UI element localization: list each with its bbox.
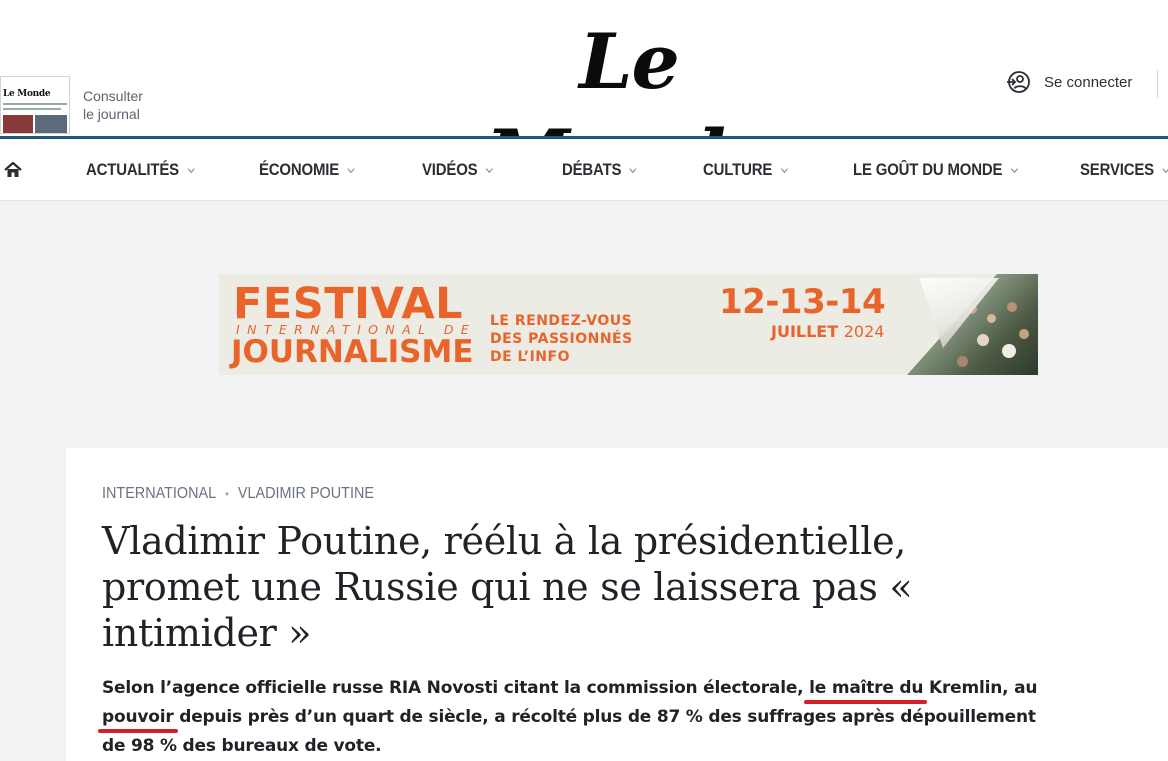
mini-photo [3,115,33,133]
article-lead: Selon l’agence officielle russe RIA Novo… [102,678,1038,756]
user-login-icon [1007,71,1030,93]
ad-tagline-line: LE RENDEZ-VOUS [490,313,633,329]
chevron-down-icon [1162,167,1168,173]
mini-photo [35,115,67,133]
nav-label: ÉCONOMIE [259,160,340,179]
nav-label: CULTURE [703,160,773,179]
mini-line [3,108,61,110]
newspaper-thumbnail[interactable]: Le Monde [0,76,70,134]
red-underline-annotation [98,729,178,733]
login-button[interactable]: Se connecter [1006,70,1132,94]
ad-title-line2: JOURNALISME [231,334,474,370]
nav-item-actualites[interactable]: ACTUALITÉS [86,159,195,181]
chevron-down-icon [629,167,637,173]
chevron-down-icon [780,167,788,173]
chevron-down-icon [485,167,493,173]
nav-label: SERVICES [1080,160,1154,179]
article-headline: Vladimir Poutine, réélu à la présidentie… [102,519,913,655]
nav-item-videos[interactable]: VIDÉOS [422,159,493,181]
consult-line1: Consulter [83,88,143,104]
festival-ad-banner[interactable]: FESTIVAL INTERNATIONAL DE JOURNALISME LE… [219,274,1038,375]
nav-label: VIDÉOS [422,160,478,179]
ad-tagline-line: DES PASSIONNÉS [490,331,633,347]
nav-item-economie[interactable]: ÉCONOMIE [259,159,355,181]
nav-item-services[interactable]: SERVICES [1080,159,1168,181]
kicker-topic-link[interactable]: VLADIMIR POUTINE [238,485,374,503]
ad-month: JUILLET [771,322,839,341]
login-label: Se connecter [1044,73,1133,91]
ad-year: 2024 [843,322,885,341]
nav-item-debats[interactable]: DÉBATS [562,159,637,181]
ad-title: FESTIVAL [233,279,464,329]
nav-label: DÉBATS [562,160,622,179]
red-underline-annotation [804,700,927,704]
kicker-section-link[interactable]: INTERNATIONAL [102,485,216,503]
home-icon[interactable] [4,161,22,179]
ad-dates: 12-13-14 [719,282,886,322]
chevron-down-icon [1010,167,1018,173]
chevron-down-icon [347,167,355,173]
mini-line [3,103,67,105]
consult-line2: le journal [83,106,140,122]
consult-journal-link[interactable]: Consulter le journal [83,87,163,123]
kicker-separator: • [225,487,229,501]
ad-month-year: JUILLET 2024 [771,322,884,342]
main-nav: ACTUALITÉS ÉCONOMIE VIDÉOS DÉBATS CULTUR… [0,139,1168,201]
nav-item-culture[interactable]: CULTURE [703,159,788,181]
chevron-down-icon [187,167,195,173]
ad-tagline: LE RENDEZ-VOUS DES PASSIONNÉS DE L’INFO [490,312,633,366]
header-divider [1157,70,1158,98]
nav-item-gout-du-monde[interactable]: LE GOÛT DU MONDE [853,159,1018,181]
article-kicker: INTERNATIONAL • VLADIMIR POUTINE [102,485,374,503]
nav-label: ACTUALITÉS [86,160,179,179]
site-header: Le Monde Consulter le journal Le Monde S… [0,0,1168,202]
article-card: INTERNATIONAL • VLADIMIR POUTINE Vladimi… [66,448,1168,761]
nav-label: LE GOÛT DU MONDE [853,160,1003,179]
mini-logo: Le Monde [3,89,51,99]
ad-tagline-line: DE L’INFO [490,349,570,365]
